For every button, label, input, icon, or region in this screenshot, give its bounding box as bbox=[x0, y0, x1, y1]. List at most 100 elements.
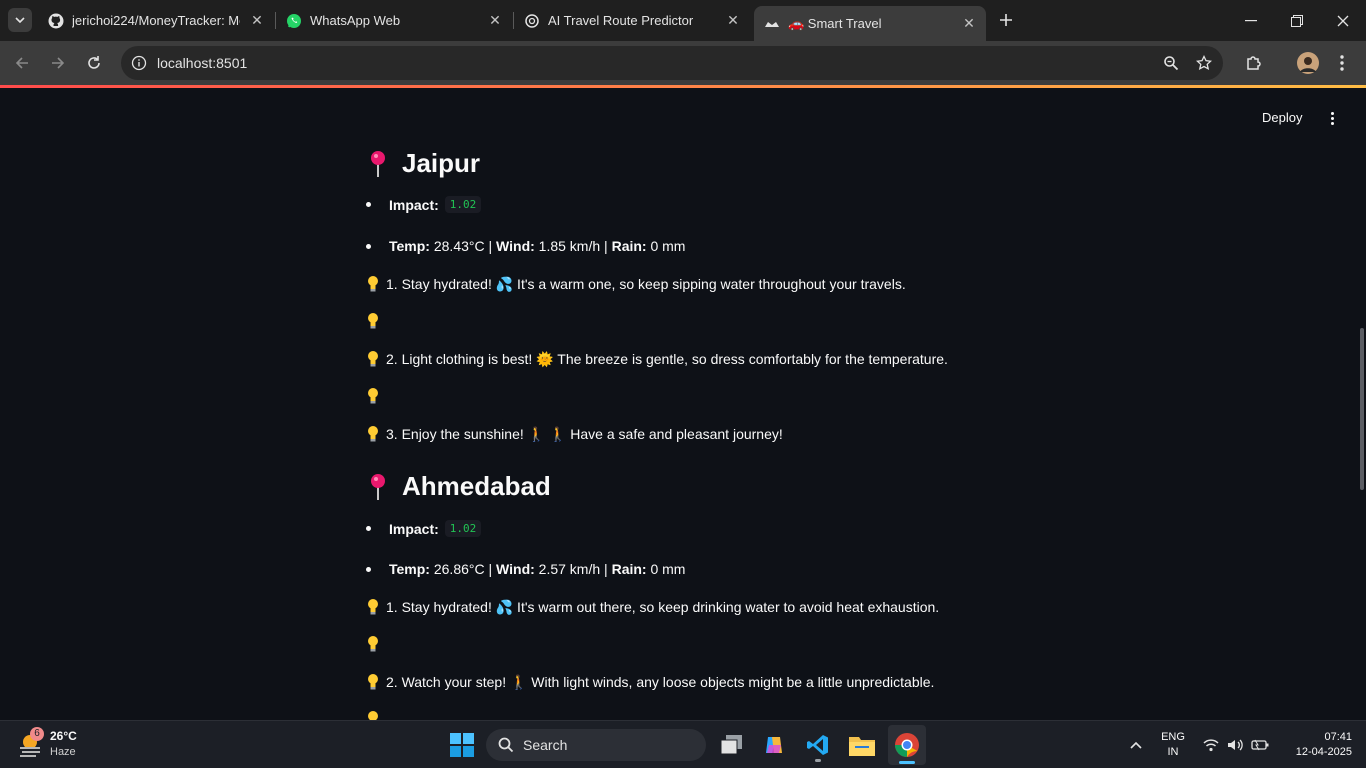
tip-item bbox=[366, 312, 386, 330]
search-placeholder: Search bbox=[523, 737, 568, 753]
close-icon[interactable]: ✕ bbox=[726, 13, 740, 27]
tab-whatsapp[interactable]: WhatsApp Web ✕ bbox=[278, 6, 512, 35]
site-info-icon[interactable] bbox=[131, 55, 147, 71]
language-indicator[interactable]: ENG IN bbox=[1158, 730, 1188, 760]
browser-toolbar: localhost:8501 bbox=[0, 41, 1366, 85]
vscode-icon bbox=[807, 735, 828, 755]
close-icon[interactable]: ✕ bbox=[962, 16, 976, 30]
bullet-dot bbox=[366, 243, 371, 249]
tab-list-dropdown-button[interactable] bbox=[8, 8, 32, 32]
zoom-button[interactable] bbox=[1157, 49, 1185, 77]
restore-button[interactable] bbox=[1274, 0, 1320, 41]
weather-widget[interactable]: 6 26°C Haze bbox=[16, 727, 86, 763]
battery-icon[interactable] bbox=[1250, 736, 1270, 754]
clock-date: 12-04-2025 bbox=[1295, 746, 1352, 758]
chevron-down-icon bbox=[15, 17, 25, 23]
address-bar[interactable]: localhost:8501 bbox=[121, 46, 1223, 80]
tab-smart-travel[interactable]: 🚗 Smart Travel ✕ bbox=[754, 6, 986, 41]
tab-moneytracker[interactable]: jerichoi224/MoneyTracker: Mon ✕ bbox=[40, 6, 274, 35]
reload-button[interactable] bbox=[80, 49, 108, 77]
deploy-button[interactable]: Deploy bbox=[1262, 110, 1302, 125]
temp-value: 28.43°C bbox=[433, 238, 485, 254]
light-bulb-icon bbox=[366, 275, 380, 293]
tab-title: AI Travel Route Predictor bbox=[548, 13, 694, 28]
task-view-button[interactable] bbox=[716, 729, 748, 761]
clock[interactable]: 07:41 12-04-2025 bbox=[1282, 730, 1352, 760]
tip-item bbox=[366, 635, 386, 653]
folder-icon bbox=[849, 737, 875, 756]
task-view-icon bbox=[721, 735, 742, 755]
show-hidden-icons-button[interactable] bbox=[1126, 735, 1146, 755]
new-tab-button[interactable] bbox=[994, 8, 1018, 32]
vscode-button[interactable] bbox=[802, 729, 834, 762]
back-button[interactable] bbox=[8, 49, 36, 77]
rain-label: Rain: bbox=[611, 561, 647, 577]
close-window-button[interactable] bbox=[1320, 0, 1366, 41]
city-heading: Jaipur bbox=[366, 148, 480, 179]
browser-menu-button[interactable] bbox=[1328, 49, 1356, 77]
impact-label: Impact: bbox=[389, 196, 439, 213]
forward-button[interactable] bbox=[44, 49, 72, 77]
kebab-menu-icon bbox=[1340, 55, 1344, 71]
restore-icon bbox=[1291, 14, 1303, 27]
weather-row: Temp: 26.86°C | Wind: 2.57 km/h | Rain: … bbox=[366, 561, 685, 577]
start-button[interactable] bbox=[446, 729, 478, 761]
impact-row: Impact: 1.02 bbox=[366, 520, 482, 537]
light-bulb-icon bbox=[366, 350, 380, 368]
tab-ai-travel-route-predictor[interactable]: AI Travel Route Predictor ✕ bbox=[516, 6, 750, 35]
temp-value: 26.86°C bbox=[433, 561, 485, 577]
windows-logo-icon bbox=[450, 733, 474, 757]
app-menu-button[interactable] bbox=[1324, 108, 1340, 128]
tip-text: 1. Stay hydrated! 💦 It's a warm one, so … bbox=[386, 275, 906, 292]
file-explorer-button[interactable] bbox=[846, 729, 878, 761]
rain-value: 0 mm bbox=[650, 561, 686, 577]
city-name: Ahmedabad bbox=[402, 471, 551, 501]
light-bulb-icon bbox=[366, 710, 380, 720]
wind-label: Wind: bbox=[496, 561, 535, 577]
impact-value: 1.02 bbox=[444, 520, 482, 537]
avatar bbox=[1297, 52, 1319, 74]
light-bulb-icon bbox=[366, 425, 380, 443]
scrollbar-thumb[interactable] bbox=[1360, 328, 1364, 490]
bookmark-button[interactable] bbox=[1190, 49, 1218, 77]
zoom-icon bbox=[1164, 56, 1179, 71]
chevron-up-icon bbox=[1130, 741, 1142, 749]
notification-badge: 6 bbox=[30, 727, 44, 741]
minimize-button[interactable] bbox=[1228, 0, 1274, 41]
tip-text: 1. Stay hydrated! 💦 It's warm out there,… bbox=[386, 598, 940, 615]
city-name: Jaipur bbox=[402, 148, 481, 178]
search-icon bbox=[498, 737, 514, 753]
tab-separator bbox=[275, 12, 276, 29]
chrome-button[interactable] bbox=[888, 725, 926, 765]
profile-avatar[interactable] bbox=[1294, 49, 1322, 77]
taskbar-search[interactable]: Search bbox=[486, 729, 706, 761]
close-icon[interactable]: ✕ bbox=[488, 13, 502, 27]
close-icon[interactable]: ✕ bbox=[250, 13, 264, 27]
wind-value: 2.57 km/h bbox=[538, 561, 601, 577]
pushpin-icon bbox=[366, 150, 388, 178]
windows-taskbar: 6 26°C Haze Search ENG IN 07:41 12-04-20… bbox=[0, 720, 1366, 768]
tip-text: 2. Watch your step! 🚶 With light winds, … bbox=[386, 673, 935, 690]
tip-item: 2. Light clothing is best! 🌞 The breeze … bbox=[366, 350, 948, 368]
url-text: localhost:8501 bbox=[157, 55, 248, 71]
star-icon bbox=[1196, 55, 1212, 71]
temp-label: Temp: bbox=[389, 238, 430, 254]
rain-label: Rain: bbox=[611, 238, 647, 254]
streamlit-icon bbox=[764, 16, 780, 32]
minimize-icon bbox=[1245, 19, 1257, 21]
volume-icon[interactable] bbox=[1226, 736, 1244, 754]
plus-icon bbox=[1000, 14, 1012, 26]
tip-item bbox=[366, 387, 386, 405]
copilot-icon bbox=[766, 737, 782, 753]
wifi-icon[interactable] bbox=[1202, 736, 1220, 754]
streamlit-app: Deploy Jaipur Impact: 1.02 Temp: 28.43°C… bbox=[0, 88, 1366, 720]
copilot-button[interactable] bbox=[758, 729, 790, 761]
light-bulb-icon bbox=[366, 673, 380, 691]
tip-item: 1. Stay hydrated! 💦 It's warm out there,… bbox=[366, 598, 939, 616]
city-heading: Ahmedabad bbox=[366, 471, 551, 502]
extensions-button[interactable] bbox=[1240, 49, 1268, 77]
impact-row: Impact: 1.02 bbox=[366, 196, 482, 213]
temp-label: Temp: bbox=[389, 561, 430, 577]
browser-tab-bar: jerichoi224/MoneyTracker: Mon ✕ WhatsApp… bbox=[0, 0, 1366, 41]
wind-label: Wind: bbox=[496, 238, 535, 254]
